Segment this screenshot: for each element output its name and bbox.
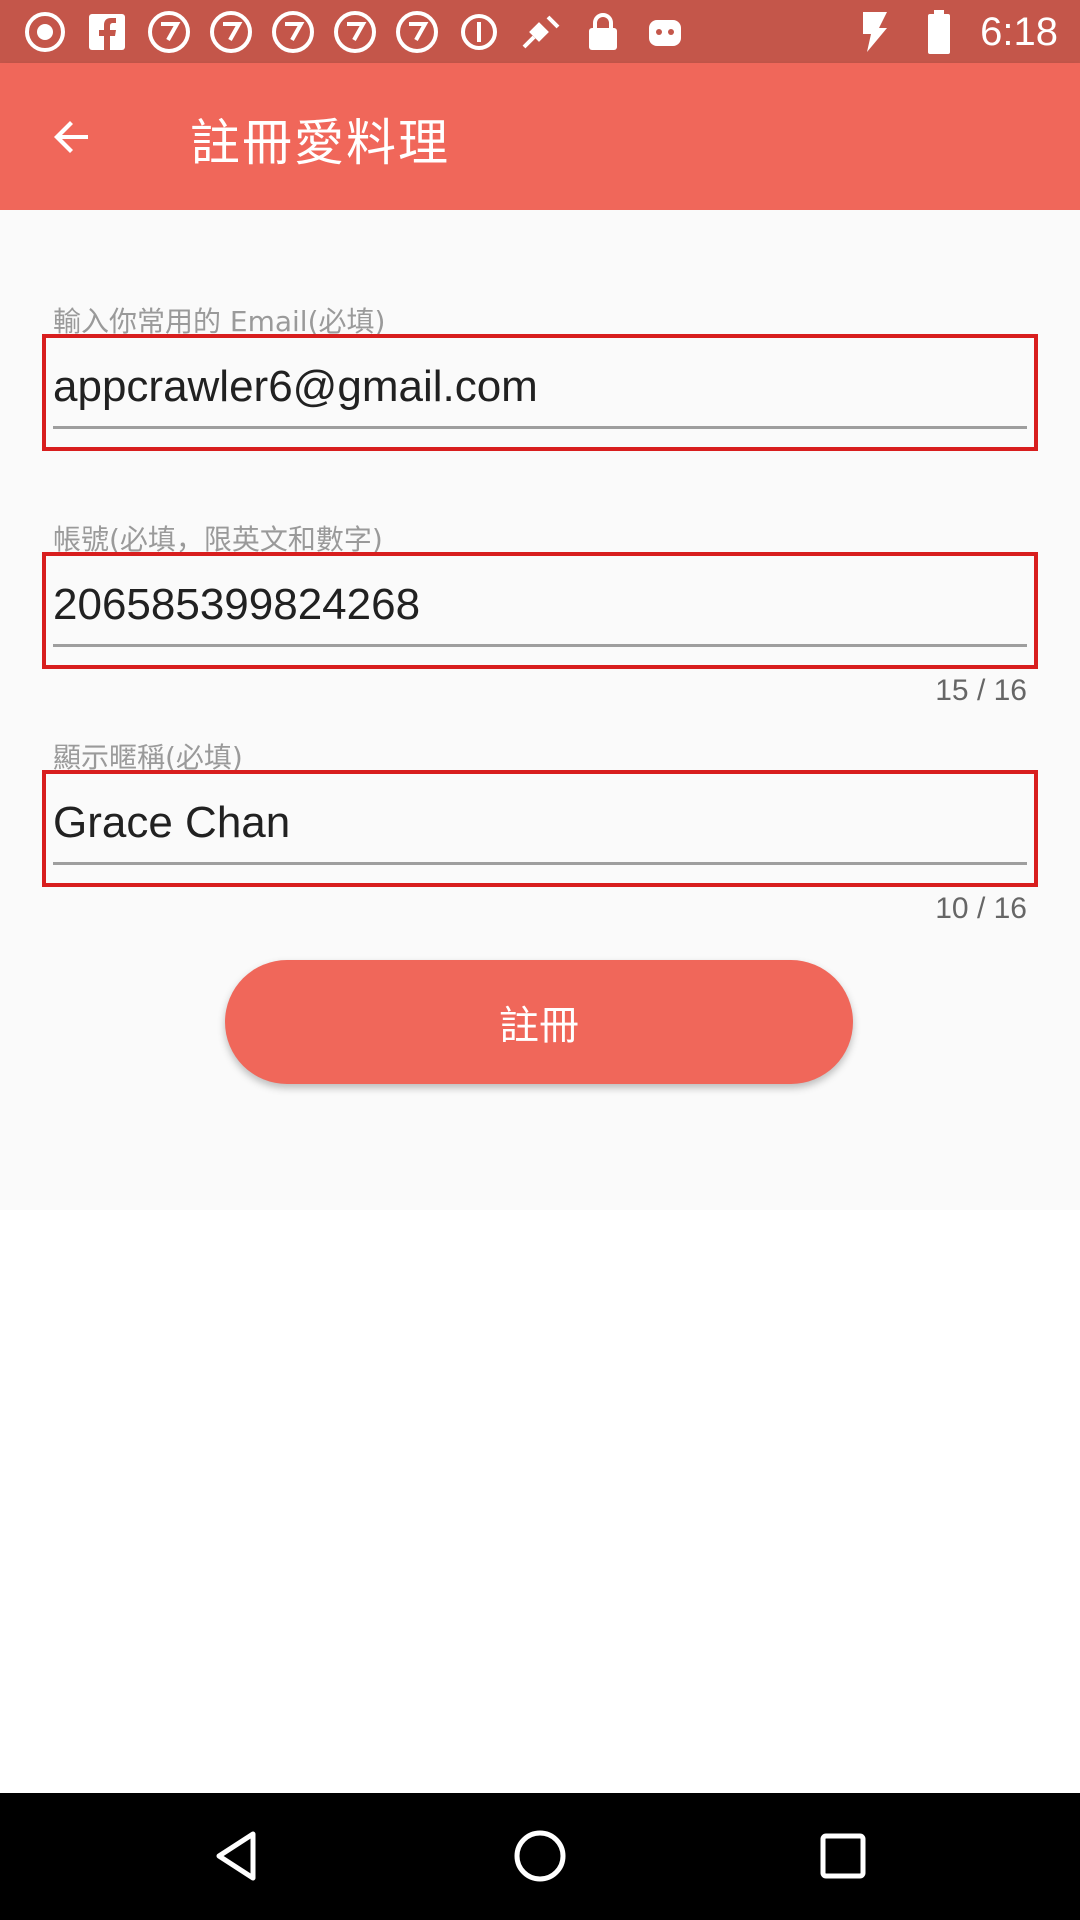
notification-icons [22, 8, 688, 56]
nickname-underline [53, 862, 1027, 865]
abc7-icon [208, 9, 254, 55]
abc7-icon [332, 9, 378, 55]
nickname-input[interactable]: Grace Chan [53, 798, 290, 848]
system-nav-bar [0, 1793, 1080, 1920]
fake-gps-icon [518, 9, 564, 55]
email-input[interactable]: appcrawler6@gmail.com [53, 362, 538, 412]
abc7-icon [146, 9, 192, 55]
abc7-icon [270, 9, 316, 55]
nav-recents-button[interactable] [808, 1821, 878, 1891]
nickname-char-counter: 10 / 16 [935, 892, 1027, 925]
status-bar: 6:18 [0, 0, 1080, 63]
abc7-icon [394, 9, 440, 55]
android-icon [642, 9, 688, 55]
status-time: 6:18 [980, 9, 1058, 54]
registration-form: 輸入你常用的 Email(必填) appcrawler6@gmail.com 帳… [0, 210, 1080, 1210]
square-recents-icon [820, 1833, 866, 1879]
flash-icon [852, 9, 898, 55]
account-char-counter: 15 / 16 [935, 674, 1027, 707]
app-bar: 註冊愛料理 [0, 63, 1080, 210]
status-right: 6:18 [852, 8, 1058, 56]
info-circle-icon [456, 9, 502, 55]
nav-back-button[interactable] [202, 1821, 272, 1891]
lock-icon [580, 9, 626, 55]
circle-home-icon [514, 1830, 566, 1882]
page-title: 註冊愛料理 [190, 114, 450, 172]
battery-icon [916, 9, 962, 55]
facebook-icon [84, 9, 130, 55]
triangle-back-icon [216, 1831, 256, 1881]
arrow-back-icon [54, 121, 88, 153]
abc-news-icon [22, 9, 68, 55]
account-input[interactable]: 206585399824268 [53, 580, 420, 630]
account-underline [53, 644, 1027, 647]
back-button[interactable] [34, 99, 110, 175]
register-button[interactable]: 註冊 [225, 960, 853, 1084]
email-underline [53, 426, 1027, 429]
nav-home-button[interactable] [505, 1821, 575, 1891]
